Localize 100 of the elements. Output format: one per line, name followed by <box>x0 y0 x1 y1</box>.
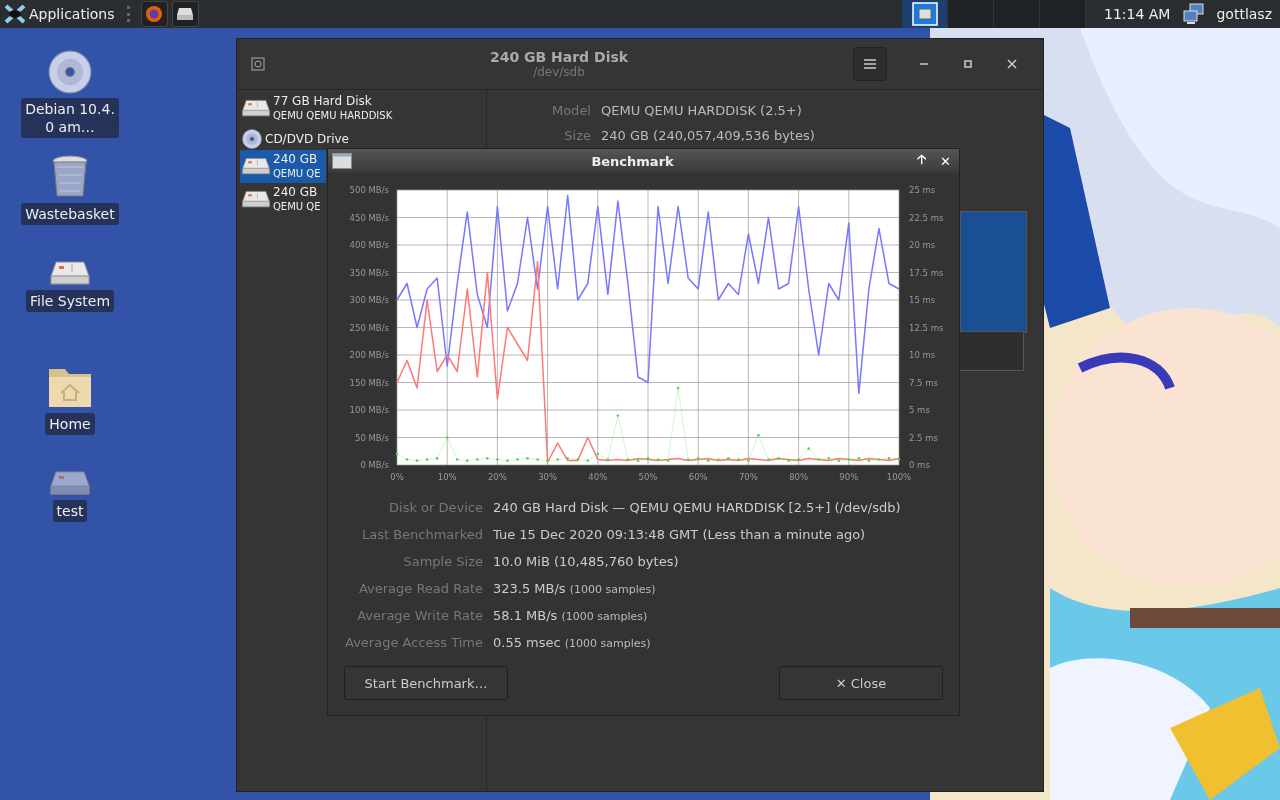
axis-label: 100 MB/s <box>349 405 389 415</box>
data-point <box>626 458 630 461</box>
data-point <box>546 459 549 462</box>
network-icon[interactable] <box>1182 2 1207 26</box>
drive-item[interactable]: 77 GB Hard Disk QEMU QEMU HARDDISK <box>240 92 393 125</box>
logo-icon <box>4 4 26 24</box>
drive-item[interactable]: 240 GB QEMU QE <box>240 150 326 183</box>
data-point <box>747 459 750 462</box>
data-point <box>566 457 569 460</box>
dialog-button[interactable]: Start Benchmark… <box>344 666 508 700</box>
data-point <box>737 458 740 461</box>
axis-label: 100% <box>886 472 912 482</box>
axis-label: 10% <box>437 472 457 482</box>
data-point <box>717 458 720 461</box>
dialog-button[interactable]: ✕ Close <box>779 666 943 700</box>
data-point <box>636 459 640 462</box>
window-title: 240 GB Hard Disk <box>489 49 629 65</box>
title-bar-button[interactable]: ✕ <box>936 153 955 169</box>
data-point <box>486 457 489 460</box>
axis-label: 20% <box>487 472 507 482</box>
detail-label: Model <box>550 103 591 118</box>
axis-label: 20 ms <box>909 240 936 250</box>
axis-label: 50 MB/s <box>355 432 389 443</box>
menu-button[interactable] <box>853 47 887 81</box>
data-point <box>706 459 710 462</box>
data-point <box>606 458 610 461</box>
data-point <box>526 457 529 460</box>
data-point <box>817 458 820 461</box>
info-label: Last Benchmarked <box>360 527 483 542</box>
data-point <box>395 452 399 456</box>
minimize-icon <box>920 63 928 65</box>
axis-label: 90% <box>839 472 859 482</box>
data-point <box>887 457 891 460</box>
axis-label: 0 ms <box>909 460 930 470</box>
info-value: 10.0 MiB (10,485,760 bytes) <box>493 554 679 569</box>
drive-icon <box>50 260 90 286</box>
data-point <box>435 457 439 460</box>
data-point <box>656 458 660 461</box>
detail-value: 240 GB (240,057,409,536 bytes) <box>601 128 815 143</box>
desktop-icon-label[interactable]: File System <box>25 290 115 312</box>
axis-label: 50% <box>638 472 658 482</box>
axis-label: 2.5 ms <box>909 432 938 443</box>
data-point <box>757 434 760 437</box>
axis-label: 70% <box>738 472 758 482</box>
desktop-icon-label[interactable]: Wastebasket <box>21 203 119 225</box>
data-point <box>827 457 830 460</box>
menu-icon <box>864 59 876 69</box>
axis-label: 5 ms <box>909 405 930 415</box>
trash-icon <box>51 155 89 199</box>
data-point <box>596 452 600 456</box>
axis-label: 40% <box>588 472 608 482</box>
data-point <box>666 459 670 462</box>
axis-label: 400 MB/s <box>349 240 389 250</box>
axis-label: 450 MB/s <box>349 212 389 223</box>
data-point <box>476 458 479 461</box>
axis-label: 17.5 ms <box>909 267 944 278</box>
launcher-button[interactable] <box>171 1 199 27</box>
data-point <box>837 459 841 462</box>
maximize-icon <box>963 59 973 69</box>
data-point <box>586 459 590 462</box>
detail-label: Size <box>563 128 591 143</box>
axis-label: 15 ms <box>909 295 936 305</box>
drive-icon <box>50 470 90 496</box>
axis-label: 0% <box>390 472 404 482</box>
data-point <box>405 458 409 461</box>
drive-icon <box>242 99 270 118</box>
axis-label: 25 ms <box>909 185 936 195</box>
window-subtitle: /dev/sdb <box>533 65 585 79</box>
data-point <box>445 436 449 439</box>
disk-utility-icon <box>251 57 265 71</box>
drive-icon <box>176 7 195 21</box>
desktop-icon-label[interactable]: test <box>52 500 88 522</box>
user-name[interactable]: gottlasz <box>1216 6 1272 22</box>
info-value: 240 GB Hard Disk — QEMU QEMU HARDDISK [2.5+] (/dev/sdb) <box>493 500 901 515</box>
data-point <box>807 447 810 450</box>
axis-label: 22.5 ms <box>909 212 944 223</box>
info-label: Average Read Rate <box>357 581 483 596</box>
data-point <box>516 458 519 461</box>
data-point <box>897 458 901 461</box>
data-point <box>506 459 509 462</box>
info-label: Sample Size <box>402 554 483 569</box>
data-point <box>466 459 469 462</box>
drive-item[interactable]: 240 GB QEMU QE <box>240 183 326 216</box>
disc-icon <box>242 129 262 149</box>
title-bar-button[interactable]: 🡡 <box>913 150 931 172</box>
data-point <box>576 458 579 461</box>
data-point <box>686 458 690 461</box>
data-point <box>425 458 429 461</box>
applications-menu[interactable]: Applications <box>0 4 119 24</box>
desktop-icon-label[interactable]: Home <box>45 413 95 435</box>
workspace-button[interactable] <box>902 0 948 28</box>
disc-icon <box>48 50 92 94</box>
data-point <box>556 458 559 461</box>
axis-label: 7.5 ms <box>909 377 938 388</box>
desktop-icon-label[interactable]: Debian 10.4.0 am… <box>21 98 119 138</box>
data-point <box>496 458 499 461</box>
clock[interactable]: 11:14 AM <box>1104 6 1171 22</box>
info-label: Average Access Time <box>344 635 483 650</box>
data-point <box>646 457 650 460</box>
axis-label: 10 ms <box>909 350 936 360</box>
